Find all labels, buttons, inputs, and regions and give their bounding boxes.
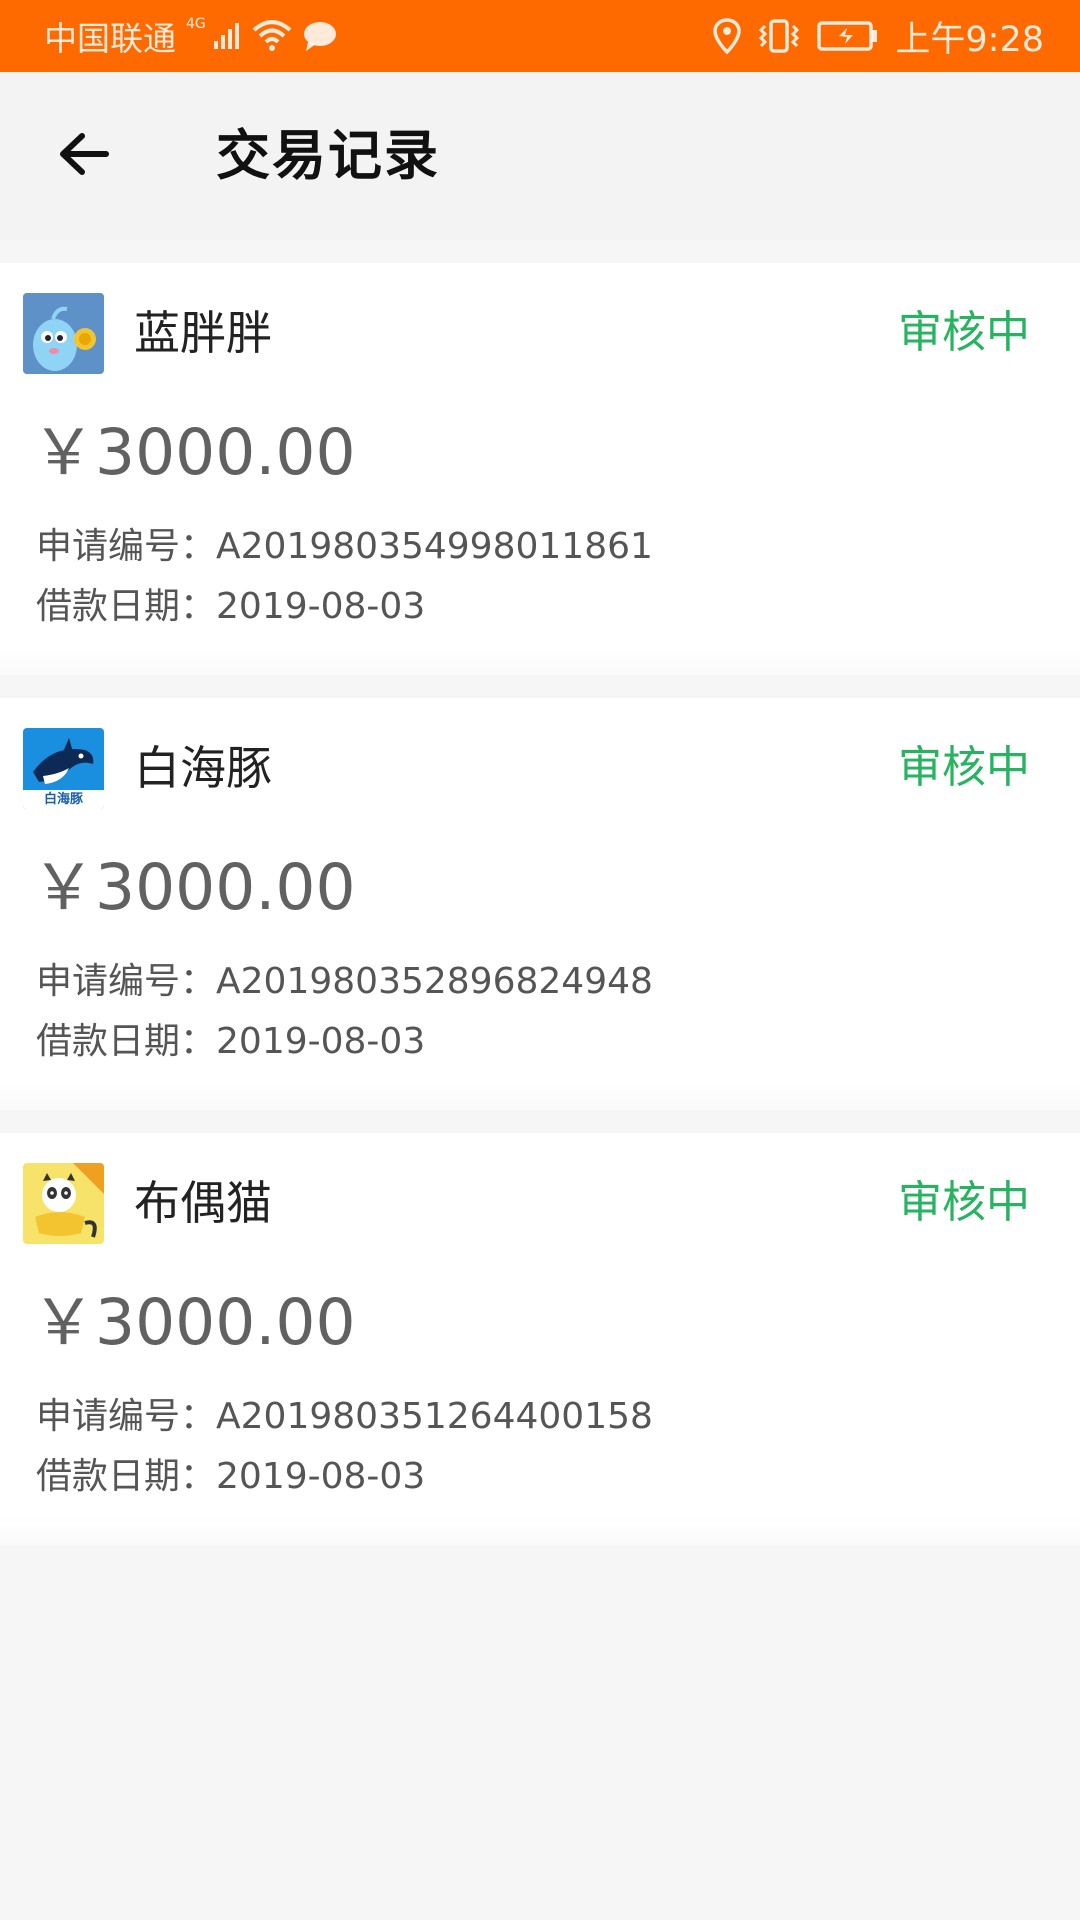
- loan-amount: ￥3000.00: [32, 1286, 356, 1359]
- lender-name: 布偶猫: [134, 1176, 272, 1230]
- application-number-row: 申请编号： A201980351264400158: [36, 1393, 653, 1441]
- status-badge: 审核中: [898, 742, 1030, 793]
- battery-icon: [817, 20, 879, 52]
- lender-name: 蓝胖胖: [134, 306, 272, 360]
- loan-date-label: 借款日期：: [36, 586, 217, 627]
- loan-amount: ￥3000.00: [32, 416, 356, 489]
- loan-date-row: 借款日期： 2019-08-03: [36, 583, 425, 631]
- app-bar: 交易记录: [0, 72, 1080, 240]
- application-number-value: A201980351264400158: [216, 1396, 653, 1437]
- back-button[interactable]: [52, 124, 116, 188]
- logo-caption: 白海豚: [43, 792, 83, 807]
- signal-icon: [212, 21, 242, 51]
- application-number-row: 申请编号： A201980354998011861: [36, 523, 653, 571]
- application-number-label: 申请编号：: [36, 1396, 217, 1437]
- loan-date-value: 2019-08-03: [216, 1456, 426, 1497]
- record-card[interactable]: 白海豚 白海豚 审核中 ￥3000.00 申请编号： A201980352896…: [0, 698, 1080, 1110]
- lender-name: 白海豚: [134, 741, 272, 795]
- blue-mascot-logo-icon: [23, 293, 104, 374]
- loan-date-row: 借款日期： 2019-08-03: [36, 1453, 425, 1501]
- panda-cat-logo-icon: [23, 1163, 104, 1244]
- loan-date-value: 2019-08-03: [216, 1021, 426, 1062]
- application-number-label: 申请编号：: [36, 961, 217, 1002]
- loan-date-label: 借款日期：: [36, 1021, 217, 1062]
- page-title: 交易记录: [216, 124, 440, 187]
- wifi-icon: [252, 20, 292, 52]
- record-card[interactable]: 蓝胖胖 审核中 ￥3000.00 申请编号： A2019803549980118…: [0, 263, 1080, 675]
- status-badge: 审核中: [898, 307, 1030, 358]
- card-bottom-fade: [0, 1082, 1080, 1110]
- application-number-value: A201980354998011861: [216, 526, 653, 567]
- card-bottom-fade: [0, 647, 1080, 675]
- loan-date-row: 借款日期： 2019-08-03: [36, 1018, 425, 1066]
- application-number-value: A201980352896824948: [216, 961, 653, 1002]
- loan-date-value: 2019-08-03: [216, 586, 426, 627]
- status-bar-left: 中国联通 4G: [44, 0, 338, 72]
- loan-amount: ￥3000.00: [32, 851, 356, 924]
- loan-date-label: 借款日期：: [36, 1456, 217, 1497]
- card-bottom-fade: [0, 1517, 1080, 1545]
- arrow-left-icon: [58, 132, 110, 180]
- status-bar-right: 上午9:28: [713, 0, 1044, 72]
- status-badge: 审核中: [898, 1177, 1030, 1228]
- vibrate-icon: [757, 18, 801, 54]
- message-icon: [302, 20, 338, 52]
- application-number-row: 申请编号： A201980352896824948: [36, 958, 653, 1006]
- record-card[interactable]: 布偶猫 审核中 ￥3000.00 申请编号： A2019803512644001…: [0, 1133, 1080, 1545]
- clock: 上午9:28: [895, 19, 1044, 60]
- network-type: 4G: [186, 16, 206, 32]
- status-bar: 中国联通 4G 上午9:28: [0, 0, 1080, 72]
- location-icon: [713, 18, 742, 54]
- dolphin-logo-icon: 白海豚: [23, 728, 104, 809]
- application-number-label: 申请编号：: [36, 526, 217, 567]
- carrier-name: 中国联通: [44, 19, 176, 58]
